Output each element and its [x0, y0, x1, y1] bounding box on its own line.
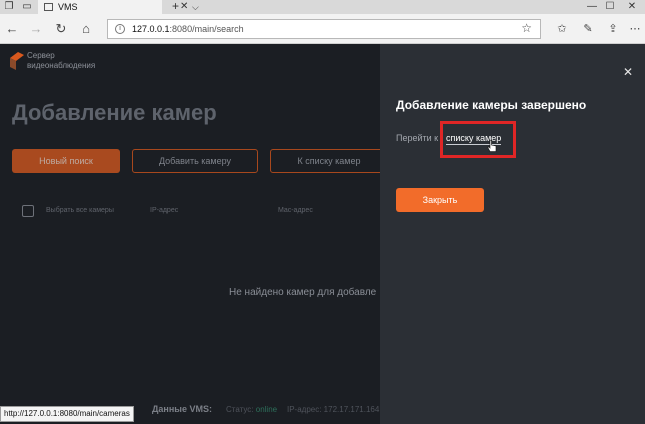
- select-all-checkbox[interactable]: [22, 205, 34, 217]
- goto-text: Перейти к: [396, 133, 439, 143]
- url-input[interactable]: i 127.0.0.1:8080/main/search ☆: [107, 19, 541, 39]
- footer-ip: IP-адрес: 172.17.171.164: [287, 405, 380, 414]
- browser-tab[interactable]: VMS ✕: [38, 0, 188, 14]
- address-bar: ← → ↻ ⌂ i 127.0.0.1:8080/main/search ☆ ✩…: [0, 14, 645, 44]
- more-icon[interactable]: ⋯: [627, 21, 643, 37]
- home-icon[interactable]: ⌂: [78, 21, 94, 37]
- app-content: Сервер видеонаблюдения Добавление камер …: [0, 44, 645, 424]
- info-icon[interactable]: i: [115, 24, 125, 34]
- forward-icon[interactable]: →: [28, 21, 44, 37]
- to-camera-list-button[interactable]: К списку камер: [270, 149, 388, 173]
- status-url-tooltip: http://127.0.0.1:8080/main/cameras: [0, 406, 134, 422]
- logo-icon: [10, 52, 24, 70]
- window-close-icon[interactable]: ✕: [622, 0, 642, 14]
- footer-status: Статус: online: [226, 405, 278, 414]
- highlight-box: [440, 121, 516, 158]
- logo-text: Сервер видеонаблюдения: [27, 51, 96, 70]
- minimize-icon[interactable]: —: [582, 0, 602, 14]
- page-icon: [44, 3, 53, 11]
- maximize-icon[interactable]: ☐: [600, 0, 620, 14]
- select-all-label: Выбрать все камеры: [46, 207, 114, 214]
- cursor-hand-icon: [487, 140, 497, 152]
- new-search-button[interactable]: Новый поиск: [12, 149, 120, 173]
- refresh-icon[interactable]: ↻: [53, 21, 69, 37]
- footer-label: Данные VMS:: [152, 404, 212, 414]
- star-icon[interactable]: ☆: [521, 21, 532, 35]
- tab-close-icon[interactable]: ✕: [180, 0, 188, 14]
- share-icon[interactable]: ⇪: [605, 21, 621, 37]
- tab-title: VMS: [58, 2, 78, 12]
- page-title: Добавление камер: [12, 100, 217, 125]
- completion-panel: ✕ Добавление камеры завершено Перейти к …: [380, 44, 645, 424]
- close-icon[interactable]: ✕: [623, 66, 633, 78]
- tab-list-icon[interactable]: ❐: [2, 0, 16, 14]
- pen-icon[interactable]: ✎: [580, 21, 596, 37]
- url-text: 127.0.0.1:8080/main/search: [132, 24, 244, 34]
- new-tab-icon[interactable]: +: [172, 0, 179, 13]
- chevron-down-icon[interactable]: ⌵: [192, 0, 199, 14]
- tab-preview-icon[interactable]: ▭: [20, 0, 34, 14]
- add-camera-button[interactable]: Добавить камеру: [132, 149, 258, 173]
- empty-message: Не найдено камер для добавле: [229, 287, 377, 298]
- browser-tab-bar: ❐ ▭ VMS ✕ + ⌵ — ☐ ✕: [0, 0, 645, 14]
- close-button[interactable]: Закрыть: [396, 188, 484, 212]
- panel-title: Добавление камеры завершено: [396, 98, 587, 112]
- favorites-icon[interactable]: ✩: [554, 21, 570, 37]
- back-icon[interactable]: ←: [4, 21, 20, 37]
- mac-column-header: Mac-адрес: [278, 207, 313, 214]
- ip-column-header: IP-адрес: [150, 207, 179, 214]
